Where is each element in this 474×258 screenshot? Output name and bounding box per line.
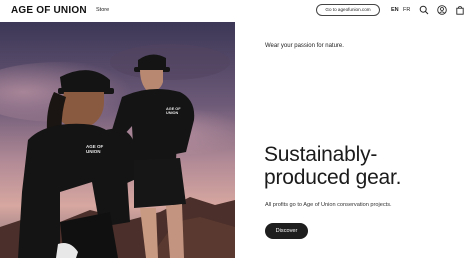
hero-image: AGE OF UNION AGE OF UNION <box>0 22 235 258</box>
lang-en-link[interactable]: EN <box>391 7 399 13</box>
svg-text:UNION: UNION <box>86 149 101 154</box>
account-icon[interactable] <box>437 5 447 15</box>
site-header: AGE OF UNION Store Go to ageofunion.com … <box>0 0 474 22</box>
hero-content: Wear your passion for nature. Sustainabl… <box>235 22 474 258</box>
discover-button[interactable]: Discover <box>265 223 308 239</box>
headline-line-1: Sustainably- <box>264 143 378 166</box>
headline-line-2: produced gear. <box>264 166 402 189</box>
cart-icon[interactable] <box>455 5 465 15</box>
goto-site-button[interactable]: Go to ageofunion.com <box>316 4 380 16</box>
hero-headline: Sustainably- produced gear. <box>264 143 464 189</box>
tagline-text: Wear your passion for nature. <box>265 43 344 49</box>
nav-store-link[interactable]: Store <box>96 7 109 13</box>
hero-subline: All profits go to Age of Union conservat… <box>265 202 392 208</box>
search-icon[interactable] <box>419 5 429 15</box>
lang-fr-link[interactable]: FR <box>403 7 410 13</box>
svg-text:UNION: UNION <box>166 111 178 115</box>
brand-logo[interactable]: AGE OF UNION <box>11 5 87 16</box>
